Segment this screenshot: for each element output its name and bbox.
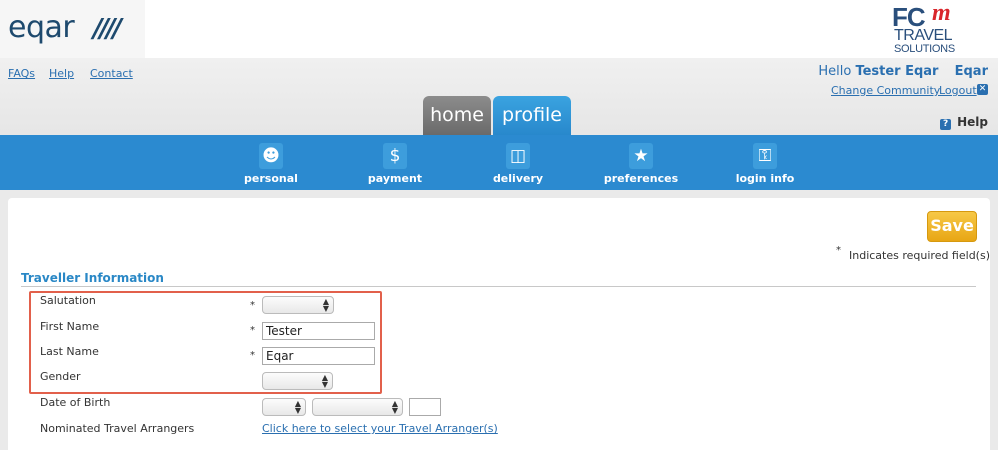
change-community-link[interactable]: Change Community xyxy=(831,84,940,97)
save-button[interactable]: Save xyxy=(927,211,977,242)
section-title: Traveller Information xyxy=(21,271,164,285)
fcm-logo-m: m xyxy=(932,0,951,26)
faqs-link[interactable]: FAQs xyxy=(8,67,35,80)
fcm-logo: FC m TRAVEL SOLUTIONS xyxy=(892,0,964,58)
nav-personal[interactable]: ☻ personal xyxy=(221,135,321,190)
nav-payment[interactable]: $ payment xyxy=(345,135,445,190)
nav-payment-label: payment xyxy=(367,172,423,185)
dob-month-select[interactable]: ▲ ▼ xyxy=(312,398,403,416)
help-link[interactable]: Help xyxy=(49,67,74,80)
first-name-label: First Name xyxy=(40,320,100,333)
star-icon: ★ xyxy=(629,143,653,169)
user-name: Tester Eqar xyxy=(855,64,939,79)
first-name-required-star: * xyxy=(250,325,255,336)
last-name-required-star: * xyxy=(250,350,255,361)
nav-preferences-label: preferences xyxy=(603,172,679,185)
help-button[interactable]: ? Help xyxy=(940,115,988,130)
community-name: Eqar xyxy=(954,64,988,79)
select-arrangers-link[interactable]: Click here to select your Travel Arrange… xyxy=(262,422,498,435)
salutation-select[interactable]: ▲ ▼ xyxy=(262,296,334,314)
last-name-label: Last Name xyxy=(40,345,99,358)
logo-slashes: //// xyxy=(93,14,122,44)
fcm-logo-solutions: SOLUTIONS xyxy=(894,43,955,55)
user-greeting: Hello Tester Eqar Eqar xyxy=(818,64,988,79)
hello-prefix: Hello xyxy=(818,64,852,79)
select-arrows-icon: ▲ ▼ xyxy=(322,297,329,313)
section-divider xyxy=(21,286,976,287)
eqar-logo: eqar //// xyxy=(0,0,145,58)
logout-close-icon[interactable]: ✕ xyxy=(977,84,988,95)
required-note: Indicates required field(s) xyxy=(849,249,990,262)
nav-login-info-label: login info xyxy=(735,172,795,185)
nav-login-info[interactable]: ⚿ login info xyxy=(715,135,815,190)
money-icon: $ xyxy=(383,143,407,169)
nav-delivery[interactable]: ◫ delivery xyxy=(468,135,568,190)
first-name-field[interactable]: Tester xyxy=(262,322,375,340)
gender-label: Gender xyxy=(40,370,81,383)
logo-text: eqar xyxy=(8,10,75,45)
nav-preferences[interactable]: ★ preferences xyxy=(591,135,691,190)
dob-label: Date of Birth xyxy=(40,396,111,409)
dob-day-select[interactable]: ▲ ▼ xyxy=(262,398,306,416)
select-arrows-icon: ▲ ▼ xyxy=(391,399,398,415)
tab-profile[interactable]: profile xyxy=(493,96,571,135)
required-star: * xyxy=(836,245,841,256)
select-arrows-icon: ▲ ▼ xyxy=(294,399,301,415)
salutation-label: Salutation xyxy=(40,294,96,307)
contact-link[interactable]: Contact xyxy=(90,67,133,80)
select-arrows-icon: ▲ ▼ xyxy=(321,373,328,389)
person-icon: ☻ xyxy=(259,143,283,169)
lock-icon: ⚿ xyxy=(753,143,777,169)
tab-home[interactable]: home xyxy=(423,96,491,135)
logout-link[interactable]: Logout xyxy=(939,84,977,97)
nav-delivery-label: delivery xyxy=(492,172,544,185)
gender-select[interactable]: ▲ ▼ xyxy=(262,372,333,390)
dob-year-field[interactable] xyxy=(409,398,441,416)
salutation-required-star: * xyxy=(250,300,255,311)
profile-nav-bar: ☻ personal $ payment ◫ delivery ★ prefer… xyxy=(0,135,998,190)
help-label: Help xyxy=(957,115,988,129)
box-icon: ◫ xyxy=(506,143,530,169)
help-icon: ? xyxy=(940,119,952,130)
last-name-field[interactable]: Eqar xyxy=(262,347,375,365)
arrangers-label: Nominated Travel Arrangers xyxy=(40,422,195,435)
nav-personal-label: personal xyxy=(244,172,298,185)
